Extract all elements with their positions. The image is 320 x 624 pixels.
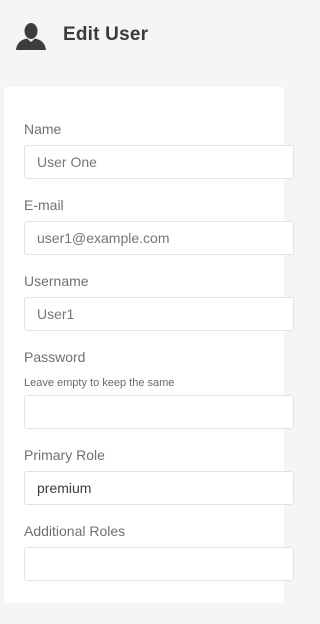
name-input[interactable] <box>24 145 294 179</box>
page-header: Edit User <box>0 0 274 78</box>
email-label: E-mail <box>24 197 64 213</box>
name-label: Name <box>24 121 62 137</box>
page-title: Edit User <box>63 24 149 45</box>
primary-role-label: Primary Role <box>24 447 105 463</box>
additional-roles-select[interactable] <box>24 547 294 581</box>
primary-role-value: premium <box>37 480 92 496</box>
username-label: Username <box>24 273 89 289</box>
user-icon <box>16 22 46 50</box>
edit-user-form: Name E-mail Username Password Leave empt… <box>4 87 294 603</box>
additional-roles-label: Additional Roles <box>24 523 126 539</box>
password-hint: Leave empty to keep the same <box>24 377 175 389</box>
primary-role-select[interactable]: premium <box>24 471 294 505</box>
email-input[interactable] <box>24 221 294 255</box>
password-label: Password <box>24 349 86 365</box>
password-input[interactable] <box>24 395 294 429</box>
username-input[interactable] <box>24 297 294 331</box>
